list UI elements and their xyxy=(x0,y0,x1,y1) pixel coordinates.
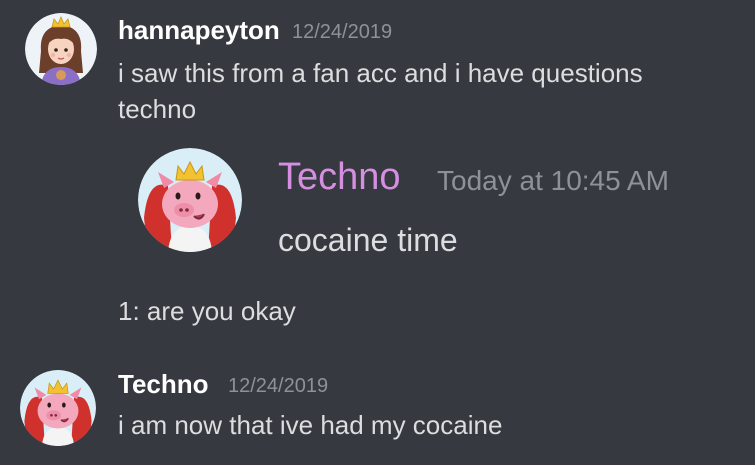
message-text: 1: are you okay xyxy=(118,296,296,326)
pig-crown-avatar-icon[interactable] xyxy=(20,370,96,446)
embed-timestamp: Today at 10:45 AM xyxy=(437,165,669,196)
message-timestamp: 12/24/2019 xyxy=(292,21,393,43)
pig-crown-avatar-icon xyxy=(138,148,242,252)
embed-username: Techno xyxy=(278,156,401,198)
embed-message-text: cocaine time xyxy=(278,222,458,258)
girl-crown-avatar-icon[interactable] xyxy=(25,13,97,85)
message-text: i am now that ive had my cocaine xyxy=(118,410,503,440)
message-username[interactable]: Techno xyxy=(118,369,209,400)
message-text: i saw this from a fan acc and i have que… xyxy=(118,58,643,88)
message-timestamp: 12/24/2019 xyxy=(228,375,329,397)
message-text: techno xyxy=(118,94,197,124)
message-username[interactable]: hannapeyton xyxy=(118,15,280,46)
